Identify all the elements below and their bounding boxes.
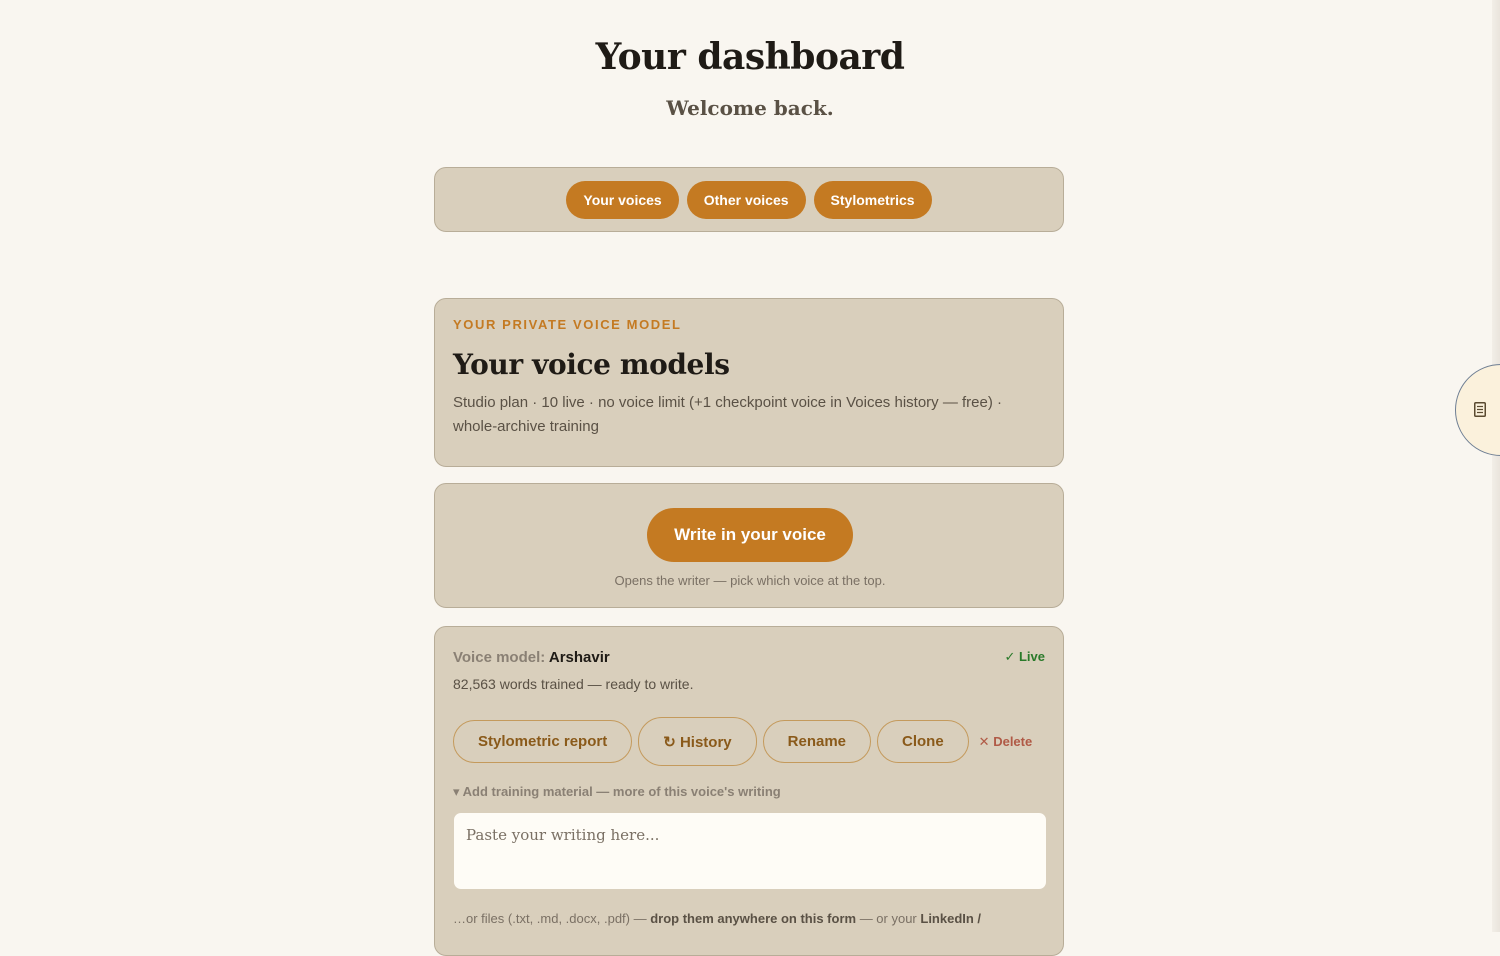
linkedin-link[interactable]: LinkedIn / [920, 911, 981, 926]
window-edge [1492, 0, 1500, 932]
voice-header: Voice model: Arshavir ✓ Live [453, 647, 1045, 667]
voice-actions: Stylometric report ↻ History Rename Clon… [453, 717, 1045, 766]
plan-description: Studio plan · 10 live · no voice limit (… [453, 394, 1002, 435]
card-eyebrow: YOUR PRIVATE VOICE MODEL [453, 317, 682, 332]
files-note-start: …or files (.txt, .md, .docx, .pdf) — [453, 911, 651, 926]
voice-name: Arshavir [548, 648, 610, 666]
status-badge: ✓ Live [1004, 649, 1045, 665]
status-label: Live [1018, 649, 1045, 664]
add-training-label: Add training material — more of this voi… [462, 784, 781, 799]
tab-stylometrics[interactable]: Stylometrics [813, 180, 932, 219]
tab-other-voices[interactable]: Other voices [686, 180, 806, 219]
words-trained: 82,563 words trained — ready to write. [453, 676, 694, 692]
training-text-input[interactable] [453, 812, 1047, 890]
card-heading: Your voice models [453, 348, 730, 381]
side-drawer-tab[interactable] [1455, 364, 1500, 456]
history-label: History [679, 733, 732, 751]
write-card: Write in your voice Opens the writer — p… [434, 483, 1064, 608]
check-icon: ✓ [1004, 649, 1016, 664]
voice-tabs: Your voices Other voices Stylometrics [434, 167, 1064, 232]
file-upload-note: …or files (.txt, .md, .docx, .pdf) — dro… [453, 911, 1045, 926]
voice-title: Voice model: Arshavir [453, 649, 610, 666]
history-icon: ↻ [663, 733, 676, 751]
chevron-down-icon: ▾ [453, 784, 460, 799]
stylometric-report-button[interactable]: Stylometric report [453, 720, 633, 763]
document-icon [1474, 402, 1486, 417]
voice-label: Voice model: [453, 648, 546, 666]
write-in-your-voice-button[interactable]: Write in your voice [647, 508, 853, 562]
voice-models-card: YOUR PRIVATE VOICE MODEL Your voice mode… [434, 298, 1064, 467]
delete-button[interactable]: ✕ Delete [979, 734, 1033, 750]
drop-zone-hint: drop them anywhere on this form [650, 911, 857, 926]
history-button[interactable]: ↻ History [638, 717, 757, 766]
tab-your-voices[interactable]: Your voices [566, 180, 679, 219]
delete-label: Delete [993, 733, 1033, 749]
files-note-mid: — or your [856, 911, 921, 926]
page-title: Your dashboard [595, 36, 905, 78]
page-subtitle: Welcome back. [666, 96, 834, 120]
clone-button[interactable]: Clone [877, 720, 969, 763]
close-icon: ✕ [978, 733, 990, 749]
write-note: Opens the writer — pick which voice at t… [614, 573, 886, 588]
rename-button[interactable]: Rename [762, 720, 871, 763]
voice-model-card: Voice model: Arshavir ✓ Live 82,563 word… [434, 626, 1064, 956]
add-training-toggle[interactable]: ▾ Add training material — more of this v… [453, 784, 1045, 800]
